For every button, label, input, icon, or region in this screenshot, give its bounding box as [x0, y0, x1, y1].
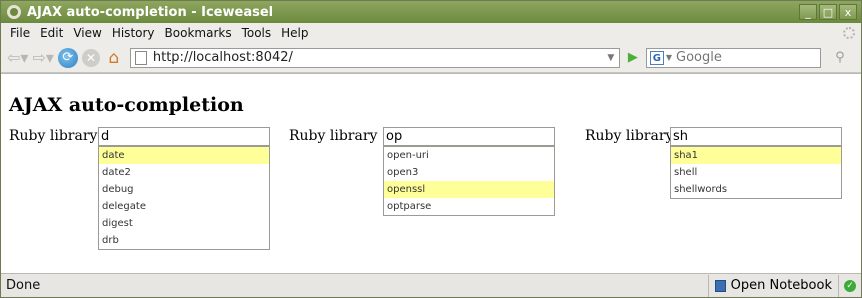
suggestion-item[interactable]: optparse [384, 198, 554, 215]
status-text: Done [6, 278, 41, 293]
library-input[interactable]: sh [670, 127, 842, 146]
forward-icon[interactable]: ⇨▾ [32, 48, 53, 67]
field-label: Ruby library [289, 128, 378, 144]
search-bar[interactable]: G ▼ [645, 47, 821, 68]
status-ok-icon[interactable]: ✓ [838, 274, 861, 297]
page-icon [134, 50, 147, 65]
url-dropdown-icon[interactable]: ▼ [603, 53, 619, 63]
open-notebook-button[interactable]: Open Notebook [707, 274, 838, 297]
suggestion-list: sha1 shell shellwords [670, 146, 842, 199]
google-engine-icon[interactable]: G [649, 50, 664, 65]
iceweasel-icon [7, 5, 21, 19]
search-icon[interactable]: ⚲ [829, 48, 851, 68]
throbber-icon [843, 27, 855, 39]
go-icon[interactable]: ▶ [624, 49, 642, 67]
suggestion-item[interactable]: delegate [99, 198, 269, 215]
browser-window: AJAX auto-completion - Iceweasel _ □ x F… [0, 0, 862, 298]
field-label: Ruby library [585, 128, 674, 144]
status-bar: Done Open Notebook ✓ [1, 273, 861, 297]
suggestion-item[interactable]: open3 [384, 164, 554, 181]
menu-view[interactable]: View [68, 26, 106, 40]
notebook-icon [714, 279, 726, 292]
title-bar: AJAX auto-completion - Iceweasel _ □ x [1, 1, 861, 23]
menu-edit[interactable]: Edit [35, 26, 68, 40]
suggestion-list: open-uri open3 openssl optparse [383, 146, 555, 216]
url-text[interactable]: http://localhost:8042/ [153, 50, 603, 65]
reload-icon[interactable]: ⟳ [57, 47, 78, 68]
menu-help[interactable]: Help [276, 26, 313, 40]
stop-icon[interactable]: ✕ [81, 48, 100, 67]
window-title: AJAX auto-completion - Iceweasel [27, 4, 274, 20]
maximize-button[interactable]: □ [819, 4, 837, 20]
back-icon[interactable]: ⇦▾ [7, 48, 28, 67]
suggestion-item[interactable]: date [99, 147, 269, 164]
home-icon[interactable]: ⌂ [104, 48, 124, 68]
menu-bookmarks[interactable]: Bookmarks [160, 26, 237, 40]
menu-history[interactable]: History [107, 26, 160, 40]
suggestion-list: date date2 debug delegate digest drb [98, 146, 270, 250]
menu-file[interactable]: File [5, 26, 35, 40]
suggestion-item[interactable]: openssl [384, 181, 554, 198]
page-content: AJAX auto-completion Ruby library d date… [1, 73, 861, 274]
close-button[interactable]: x [839, 4, 857, 20]
field-label: Ruby library [9, 128, 98, 144]
suggestion-item[interactable]: digest [99, 215, 269, 232]
suggestion-item[interactable]: date2 [99, 164, 269, 181]
navigation-toolbar: ⇦▾ ⇨▾ ⟳ ✕ ⌂ http://localhost:8042/ ▼ ▶ G… [1, 43, 861, 73]
minimize-button[interactable]: _ [799, 4, 817, 20]
suggestion-item[interactable]: drb [99, 232, 269, 249]
page-heading: AJAX auto-completion [9, 94, 244, 116]
suggestion-item[interactable]: open-uri [384, 147, 554, 164]
notebook-label: Open Notebook [730, 278, 832, 293]
search-input[interactable] [676, 50, 820, 65]
url-bar[interactable]: http://localhost:8042/ ▼ [129, 47, 620, 68]
menu-tools[interactable]: Tools [237, 26, 277, 40]
suggestion-item[interactable]: shellwords [671, 181, 841, 198]
suggestion-item[interactable]: debug [99, 181, 269, 198]
library-input[interactable]: d [98, 127, 270, 146]
library-input[interactable]: op [383, 127, 555, 146]
menu-bar: File Edit View History Bookmarks Tools H… [1, 23, 861, 43]
suggestion-item[interactable]: shell [671, 164, 841, 181]
suggestion-item[interactable]: sha1 [671, 147, 841, 164]
engine-dropdown-icon[interactable]: ▼ [666, 53, 672, 62]
